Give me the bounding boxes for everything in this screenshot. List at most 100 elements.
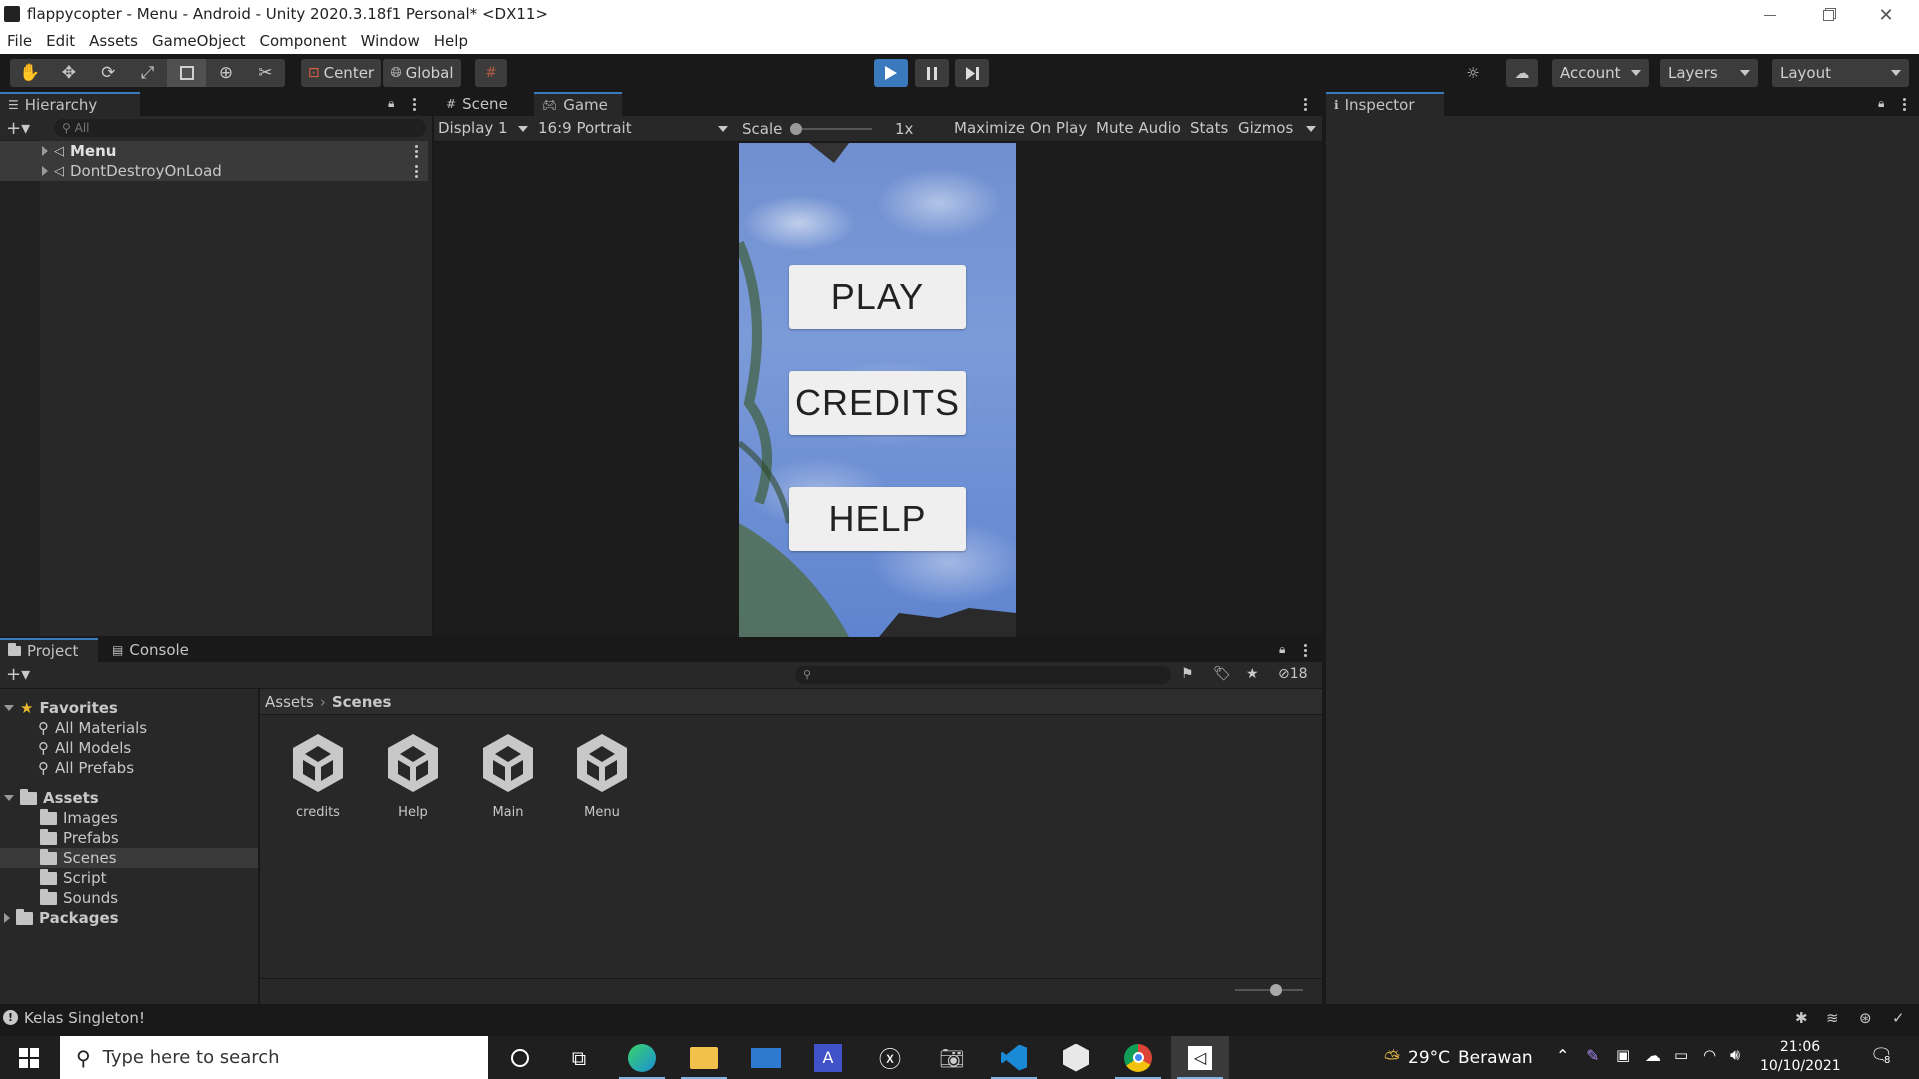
scale-tool-icon[interactable]: ⤢ <box>128 63 167 83</box>
edge-app[interactable] <box>613 1036 671 1079</box>
kebab-menu-icon[interactable] <box>1304 98 1307 111</box>
pause-button[interactable] <box>915 59 949 87</box>
folder-item-prefabs[interactable]: Prefabs <box>40 828 119 848</box>
tab-hierarchy[interactable]: ☰ Hierarchy <box>0 92 140 116</box>
tree-divider[interactable] <box>258 689 260 1004</box>
notification-center-button[interactable]: 🗨︎ 8 <box>1870 1045 1893 1066</box>
scale-slider[interactable] <box>790 123 872 135</box>
menu-component[interactable]: Component <box>253 30 354 54</box>
hierarchy-search[interactable]: ⚲ All <box>54 119 426 137</box>
check-icon[interactable]: ✓ <box>1892 1009 1905 1027</box>
kebab-menu-icon[interactable] <box>415 145 418 158</box>
create-asset-button[interactable]: +▾ <box>6 664 30 685</box>
search-by-type-icon[interactable]: ⚑ <box>1181 666 1194 682</box>
hierarchy-item-menu[interactable]: ◁ Menu <box>0 141 428 161</box>
layers-dropdown[interactable]: Layers <box>1660 59 1758 87</box>
search-by-label-icon[interactable]: 🏷︎ <box>1213 666 1231 682</box>
onedrive-icon[interactable]: ☁ <box>1645 1046 1661 1065</box>
tab-scene[interactable]: # Scene <box>438 92 516 116</box>
space-toggle[interactable]: 🌐︎ Global <box>383 59 461 87</box>
expand-arrow-icon[interactable] <box>42 146 48 156</box>
menu-edit[interactable]: Edit <box>39 30 82 54</box>
custom-tool-icon[interactable]: ✂ <box>246 63 285 83</box>
collapse-arrow-icon[interactable] <box>4 705 14 711</box>
menu-file[interactable]: File <box>0 30 39 54</box>
hidden-packages-toggle[interactable]: ⊘18 <box>1278 666 1308 682</box>
help-menu-button[interactable]: HELP <box>789 487 966 551</box>
unity-hub-app[interactable] <box>1047 1036 1105 1079</box>
grid-snap-button[interactable]: # <box>475 59 507 87</box>
zoom-slider[interactable] <box>1235 984 1303 996</box>
hierarchy-item-dontdestroyonload[interactable]: ◁ DontDestroyOnLoad <box>0 161 428 181</box>
project-search-input[interactable]: ⚲ <box>795 666 1171 684</box>
favorite-star-icon[interactable]: ★ <box>1246 666 1259 682</box>
maximize-on-play-toggle[interactable]: Maximize On Play <box>954 119 1087 137</box>
weather-widget[interactable]: ⛅︎ 29°C Berawan <box>1384 1036 1533 1079</box>
cortana-button[interactable] <box>491 1036 549 1079</box>
menu-help[interactable]: Help <box>427 30 475 54</box>
gizmos-dropdown[interactable]: Gizmos <box>1238 119 1318 137</box>
packages-header[interactable]: Packages <box>4 908 119 928</box>
assets-header[interactable]: Assets <box>4 788 99 808</box>
lock-icon[interactable]: 🔒︎ <box>1878 96 1884 111</box>
layout-dropdown[interactable]: Layout <box>1772 59 1909 87</box>
tab-game[interactable]: 🎮︎ Game <box>534 92 622 116</box>
cache-icon[interactable]: ≋ <box>1826 1009 1839 1027</box>
battery-icon[interactable]: ▭ <box>1674 1046 1688 1064</box>
menu-assets[interactable]: Assets <box>82 30 145 54</box>
volume-icon[interactable]: 🔊︎ <box>1730 1045 1740 1065</box>
mute-audio-toggle[interactable]: Mute Audio <box>1096 119 1181 137</box>
tab-inspector[interactable]: ℹ Inspector <box>1326 92 1444 116</box>
favorite-item[interactable]: ⚲ All Materials <box>38 718 147 738</box>
unity-editor-app[interactable]: ◁ <box>1171 1036 1229 1079</box>
camera-app[interactable]: 📷︎ <box>923 1036 981 1079</box>
scale-slider-handle[interactable] <box>790 123 802 135</box>
favorites-header[interactable]: ★ Favorites <box>4 698 118 718</box>
lock-icon[interactable]: 🔒︎ <box>388 96 394 111</box>
play-button[interactable] <box>874 59 908 87</box>
rect-tool-icon[interactable] <box>167 59 207 87</box>
play-menu-button[interactable]: PLAY <box>789 265 966 329</box>
kebab-menu-icon[interactable] <box>415 165 418 178</box>
transform-tool-icon[interactable]: ⊕ <box>206 63 245 83</box>
taskbar-search-box[interactable]: ⚲ Type here to search <box>60 1036 488 1079</box>
tab-project[interactable]: Project <box>0 638 98 662</box>
breadcrumb-assets[interactable]: Assets <box>265 693 314 711</box>
app-icon-4[interactable]: A <box>799 1036 857 1079</box>
scene-asset-help[interactable]: Help <box>368 730 458 820</box>
folder-item-images[interactable]: Images <box>40 808 118 828</box>
zoom-slider-handle[interactable] <box>1270 984 1282 996</box>
breadcrumb-scenes[interactable]: Scenes <box>332 693 392 711</box>
favorite-item[interactable]: ⚲ All Models <box>38 738 131 758</box>
favorite-item[interactable]: ⚲ All Prefabs <box>38 758 134 778</box>
rotate-tool-icon[interactable]: ⟳ <box>89 63 128 83</box>
mail-app[interactable] <box>737 1036 795 1079</box>
step-button[interactable] <box>955 59 989 87</box>
auto-generate-icon[interactable]: ⊛ <box>1859 1009 1872 1027</box>
menu-gameobject[interactable]: GameObject <box>145 30 253 54</box>
folder-item-scenes[interactable]: Scenes <box>0 848 258 868</box>
restore-button[interactable] <box>1799 0 1857 30</box>
expand-arrow-icon[interactable] <box>42 166 48 176</box>
credits-menu-button[interactable]: CREDITS <box>789 371 966 435</box>
scene-asset-main[interactable]: Main <box>463 730 553 820</box>
wifi-icon[interactable]: ◠ <box>1703 1046 1716 1064</box>
cloud-button[interactable]: ☁ <box>1506 59 1538 87</box>
lock-icon[interactable]: 🔒︎ <box>1279 642 1285 657</box>
minimize-button[interactable] <box>1741 0 1799 30</box>
expand-arrow-icon[interactable] <box>4 913 10 923</box>
debug-icon[interactable]: ✱ <box>1795 1009 1808 1027</box>
collapse-arrow-icon[interactable] <box>4 795 14 801</box>
vscode-app[interactable] <box>985 1036 1043 1079</box>
task-view-button[interactable]: ⧉ <box>550 1036 608 1079</box>
folder-item-sounds[interactable]: Sounds <box>40 888 118 908</box>
tray-chevron-up-icon[interactable]: ⌃ <box>1556 1046 1569 1065</box>
account-dropdown[interactable]: Account <box>1552 59 1649 87</box>
kebab-menu-icon[interactable] <box>1903 98 1906 111</box>
kebab-menu-icon[interactable] <box>413 98 416 111</box>
menu-window[interactable]: Window <box>354 30 427 54</box>
status-message[interactable]: Kelas Singleton! <box>24 1009 145 1027</box>
tab-console[interactable]: ▤ Console <box>104 638 197 662</box>
chrome-app[interactable] <box>1109 1036 1167 1079</box>
file-explorer-app[interactable] <box>675 1036 733 1079</box>
